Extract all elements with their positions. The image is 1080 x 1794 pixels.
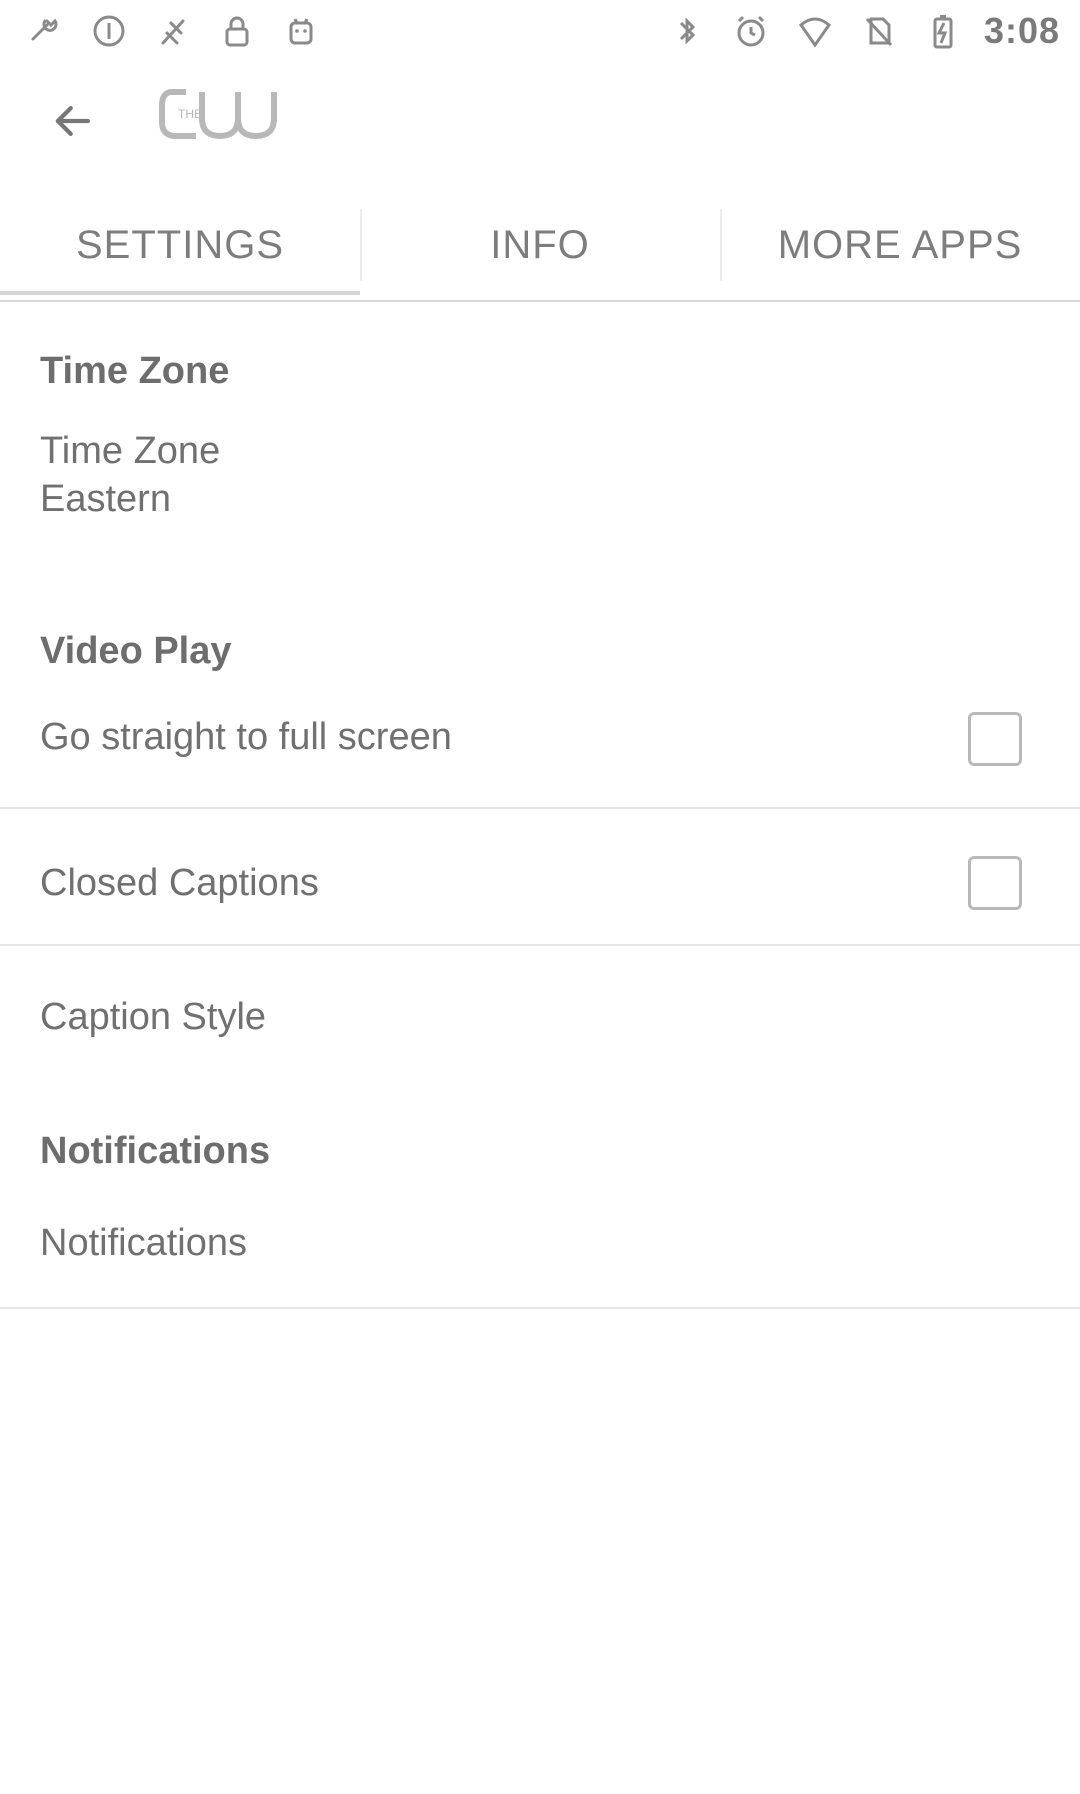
closed-captions-setting[interactable]: Closed Captions (0, 822, 1080, 932)
cw-logo: THE (150, 72, 320, 156)
closed-captions-checkbox[interactable] (968, 856, 1022, 910)
alarm-icon (728, 8, 774, 54)
divider (0, 807, 1080, 809)
wrench-icon (22, 8, 68, 54)
full-screen-label: Go straight to full screen (40, 716, 452, 758)
android-icon (278, 8, 324, 54)
notifications-setting[interactable]: Notifications (0, 1192, 1080, 1292)
tabs-divider (0, 300, 1080, 302)
tab-settings[interactable]: SETTINGS (0, 195, 360, 295)
status-time: 3:08 (983, 10, 1060, 51)
tab-bar: SETTINGS INFO MORE APPS (0, 195, 1080, 295)
logo-prefix: THE (178, 107, 202, 121)
time-zone-value: Eastern (40, 478, 171, 520)
status-right-icons: 3:08 (664, 8, 1060, 54)
battery-charging-icon (920, 8, 966, 54)
notifications-label: Notifications (40, 1222, 247, 1264)
fast-icon (150, 8, 196, 54)
section-header-time-zone: Time Zone (40, 350, 230, 392)
bluetooth-icon (664, 8, 710, 54)
caption-style-label: Caption Style (40, 996, 267, 1038)
time-zone-setting[interactable]: Time Zone Eastern (0, 412, 1080, 522)
divider (0, 1307, 1080, 1309)
tab-info[interactable]: INFO (360, 195, 720, 295)
section-header-video-play: Video Play (40, 630, 232, 672)
full-screen-setting[interactable]: Go straight to full screen (0, 694, 1080, 784)
divider (0, 944, 1080, 946)
time-zone-title: Time Zone (40, 430, 221, 472)
status-bar: 3:08 (0, 0, 1080, 64)
closed-captions-label: Closed Captions (40, 862, 319, 904)
status-left-icons (22, 8, 324, 54)
caption-style-setting[interactable]: Caption Style (0, 954, 1080, 1064)
no-sim-icon (856, 8, 902, 54)
wifi-icon (792, 8, 838, 54)
power-circle-icon (86, 8, 132, 54)
tab-more-apps[interactable]: MORE APPS (720, 195, 1080, 295)
full-screen-checkbox[interactable] (968, 712, 1022, 766)
arrow-back-icon (55, 106, 90, 136)
back-button[interactable] (40, 86, 110, 156)
lock-icon (214, 8, 260, 54)
section-header-notifications: Notifications (40, 1130, 271, 1172)
